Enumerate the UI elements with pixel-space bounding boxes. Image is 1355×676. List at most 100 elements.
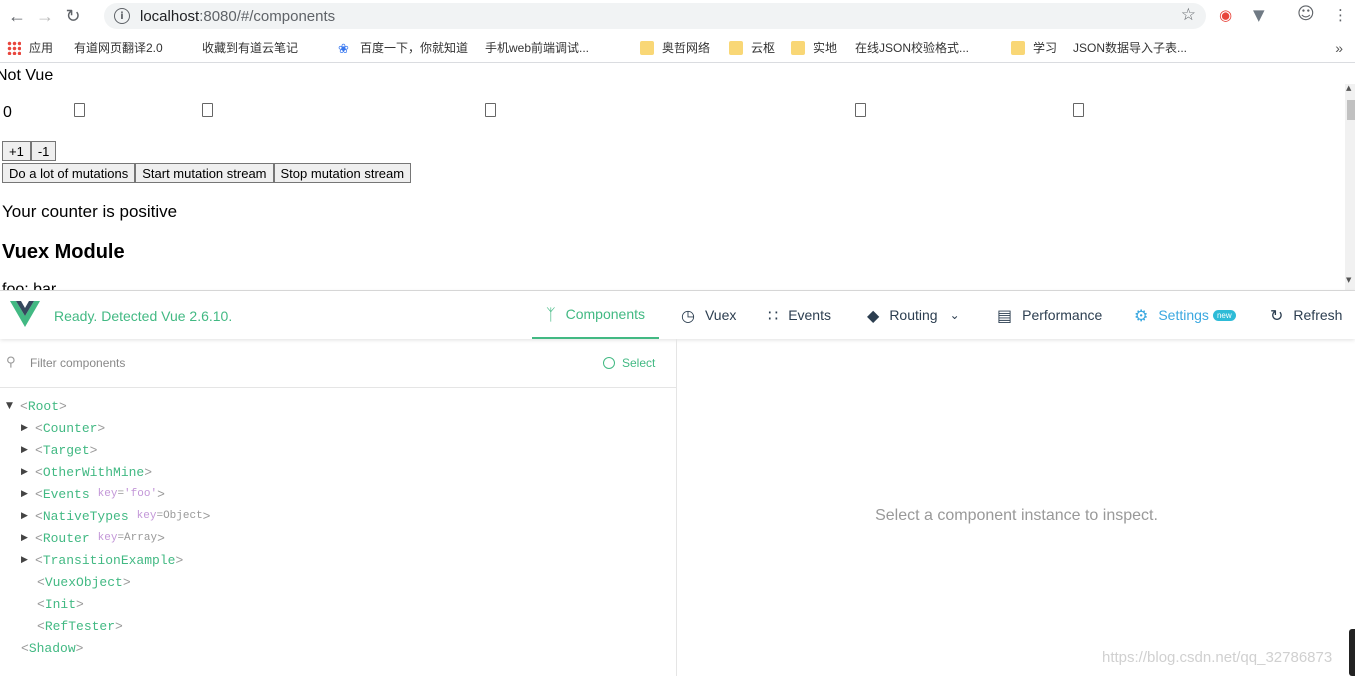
scrollbar-thumb[interactable] xyxy=(1347,100,1355,120)
profile-icon[interactable]: ☺ xyxy=(1297,4,1315,24)
tree-node[interactable]: ▶ < Counter > xyxy=(21,417,105,439)
address-bar[interactable]: i localhost:8080/#/components ☆ xyxy=(104,3,1206,29)
routing-icon: ◆ xyxy=(867,305,880,325)
tab-settings[interactable]: ⚙ Settings new xyxy=(1134,291,1236,339)
bookmark-item[interactable]: 实地 xyxy=(791,39,837,56)
component-name: Shadow xyxy=(28,640,76,656)
bracket: < xyxy=(20,398,28,414)
bookmark-item[interactable]: 学习 xyxy=(1011,39,1057,56)
decrement-button[interactable]: -1 xyxy=(30,141,57,161)
refresh-button[interactable]: ↻ Refresh xyxy=(1270,291,1342,339)
component-name: Router xyxy=(42,530,90,546)
select-component-button[interactable]: Select xyxy=(603,356,655,370)
history-icon: ◷ xyxy=(681,305,695,325)
select-label: Select xyxy=(622,356,656,370)
tree-node[interactable]: < Shadow > xyxy=(6,637,83,659)
component-name: Root xyxy=(27,398,60,414)
tab-performance[interactable]: ▤ Performance xyxy=(997,291,1102,339)
tab-vuex[interactable]: ◷ Vuex xyxy=(681,291,736,339)
equals: = xyxy=(117,488,125,500)
bracket: > xyxy=(144,464,153,480)
tab-label: Settings xyxy=(1158,307,1209,323)
bookmark-item[interactable]: JSON数据导入子表... xyxy=(1073,39,1188,117)
bookmark-item[interactable]: 有道网页翻译2.0 xyxy=(74,39,163,117)
tab-routing[interactable]: ◆ Routing ⌄ xyxy=(867,291,960,339)
extension-icon[interactable]: ◉ xyxy=(1219,6,1232,24)
expand-arrow-icon[interactable]: ▼ xyxy=(6,401,20,411)
scroll-down-icon[interactable]: ▼ xyxy=(1346,276,1351,284)
tab-components[interactable]: ᛉ Components xyxy=(532,291,659,339)
tree-node[interactable]: ▼ < Root > xyxy=(6,395,67,417)
tree-node[interactable]: < Init > xyxy=(21,593,84,615)
bracket: < xyxy=(35,530,43,546)
page-scrollbar[interactable]: ▲ ▼ xyxy=(1345,84,1355,290)
bookmark-item[interactable]: ❀ 百度一下，你就知道 xyxy=(338,39,468,56)
component-name: Events xyxy=(42,486,90,502)
component-key: key xyxy=(97,532,118,544)
stop-stream-button[interactable]: Stop mutation stream xyxy=(273,163,412,183)
collapse-arrow-icon[interactable]: ▶ xyxy=(21,533,35,543)
filter-components-input[interactable] xyxy=(30,353,430,373)
component-name: OtherWithMine xyxy=(42,464,145,480)
bookmark-label: 实地 xyxy=(813,41,838,55)
tree-node[interactable]: ▶ < Events key ='foo' > xyxy=(21,483,165,505)
reload-icon[interactable]: ↻ xyxy=(62,6,84,28)
component-name: Counter xyxy=(42,420,98,436)
apps-icon xyxy=(7,40,21,55)
tab-label: Routing xyxy=(889,307,938,323)
new-badge: new xyxy=(1212,309,1236,321)
watermark: https://blog.csdn.net/qq_32786873 xyxy=(1102,649,1333,666)
bookmark-item[interactable]: 在线JSON校验格式... xyxy=(855,39,969,117)
menu-icon[interactable]: ⋮ xyxy=(1333,6,1348,24)
tree-node[interactable]: ▶ < Target > xyxy=(21,439,97,461)
refresh-icon: ↻ xyxy=(1270,305,1284,325)
bookmark-label: JSON数据导入子表... xyxy=(1073,41,1188,55)
collapse-arrow-icon[interactable]: ▶ xyxy=(21,445,35,455)
info-icon[interactable]: i xyxy=(114,8,130,24)
scroll-up-icon[interactable]: ▲ xyxy=(1346,84,1351,92)
folder-icon xyxy=(791,40,805,55)
collapse-arrow-icon[interactable]: ▶ xyxy=(21,423,35,433)
tree-node[interactable]: ▶ < TransitionExample > xyxy=(21,549,183,571)
bookmark-label: 手机web前端调试... xyxy=(485,41,590,55)
bracket: > xyxy=(122,574,131,590)
start-stream-button[interactable]: Start mutation stream xyxy=(135,163,274,183)
forward-icon[interactable]: → xyxy=(34,6,56,28)
collapse-arrow-icon[interactable]: ▶ xyxy=(21,511,35,521)
collapse-arrow-icon[interactable]: ▶ xyxy=(21,555,35,565)
vue-devtools-panel: Ready. Detected Vue 2.6.10. ᛉ Components… xyxy=(0,290,1355,676)
mutations-button[interactable]: Do a lot of mutations xyxy=(2,163,136,183)
tree-node[interactable]: ▶ < Router key = Array > xyxy=(21,527,165,549)
tree-node[interactable]: < RefTester > xyxy=(21,615,123,637)
more-bookmarks-icon[interactable]: » xyxy=(1335,40,1343,56)
bracket: > xyxy=(157,530,165,546)
bookmark-label: 应用 xyxy=(29,41,54,55)
tree-node[interactable]: ▶ < OtherWithMine > xyxy=(21,461,152,483)
bracket: > xyxy=(97,420,106,436)
vue-devtools-extension-icon[interactable]: ▼ xyxy=(1253,6,1265,24)
bookmark-star-icon[interactable]: ☆ xyxy=(1181,5,1196,25)
collapse-arrow-icon[interactable]: ▶ xyxy=(21,467,35,477)
bookmark-item[interactable]: 云枢 xyxy=(729,39,775,56)
tree-node[interactable]: < VuexObject > xyxy=(21,571,131,593)
bracket: < xyxy=(35,552,43,568)
bookmark-item[interactable]: 奥哲网络 xyxy=(640,39,710,56)
tab-label: Vuex xyxy=(704,307,737,323)
collapse-arrow-icon[interactable]: ▶ xyxy=(21,489,35,499)
chevron-down-icon[interactable]: ⌄ xyxy=(950,308,960,322)
bookmark-item[interactable]: 收藏到有道云笔记 xyxy=(202,39,298,117)
tree-node[interactable]: ▶ < NativeTypes key = Object > xyxy=(21,505,210,527)
counter-buttons: +1 -1 xyxy=(2,141,57,161)
increment-button[interactable]: +1 xyxy=(2,141,31,161)
bookmark-item[interactable]: 手机web前端调试... xyxy=(485,39,590,117)
events-icon: ∷ xyxy=(768,305,779,325)
bracket: > xyxy=(157,486,165,502)
bookmark-item[interactable]: 应用 xyxy=(7,39,53,56)
inspect-hint: Select a component instance to inspect. xyxy=(875,507,1158,524)
back-icon[interactable]: ← xyxy=(6,6,28,28)
performance-icon: ▤ xyxy=(997,305,1013,325)
tab-events[interactable]: ∷ Events xyxy=(768,291,831,339)
bracket: < xyxy=(37,618,45,634)
bookmark-label: 百度一下，你就知道 xyxy=(360,41,469,55)
bracket: > xyxy=(75,640,84,656)
